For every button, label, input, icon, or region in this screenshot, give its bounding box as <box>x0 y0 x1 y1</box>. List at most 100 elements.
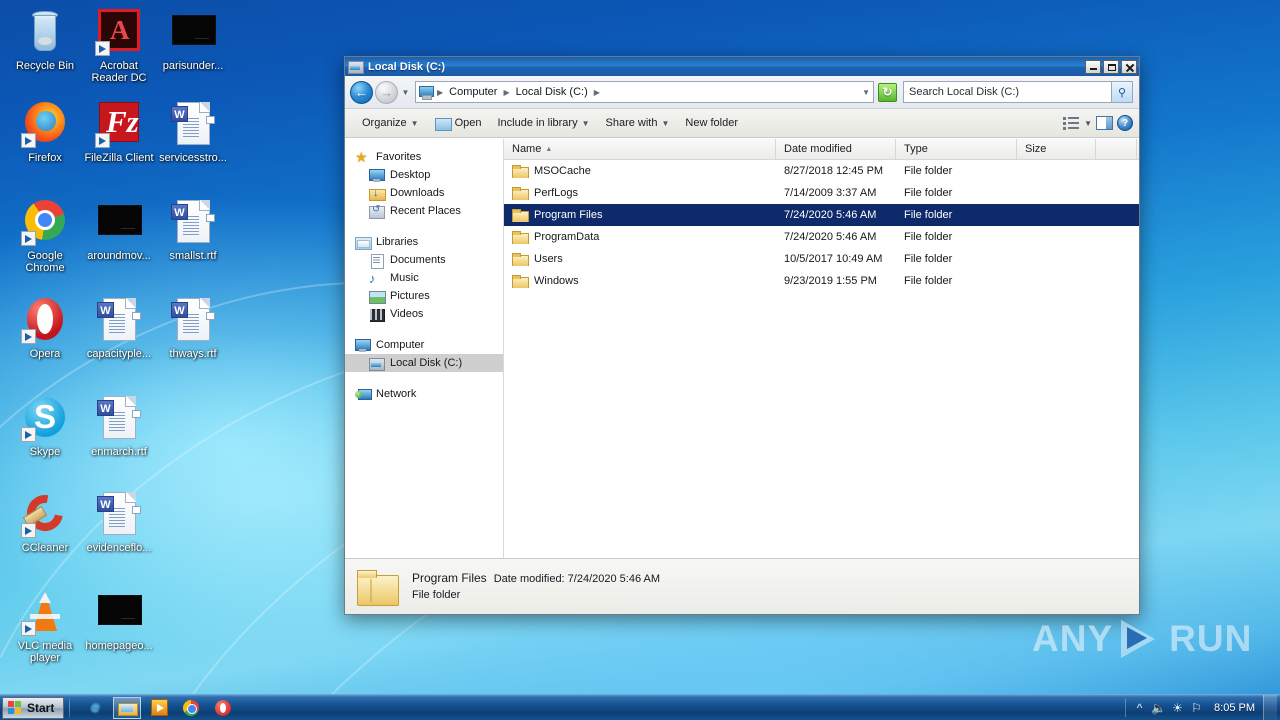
include-in-library-button[interactable]: Include in library ▼ <box>490 112 596 134</box>
column-header-size[interactable]: Size <box>1017 139 1096 159</box>
open-button[interactable]: Open <box>428 112 489 134</box>
desktop-icon-acrobat-reader-dc[interactable]: A Acrobat Reader DC <box>82 8 156 84</box>
shortcut-overlay-icon <box>21 133 36 148</box>
breadcrumb-computer[interactable]: Computer <box>446 85 500 99</box>
organize-button[interactable]: Organize ▼ <box>355 112 426 134</box>
desktop-icon-evidenceflo[interactable]: Wevidenceflo... <box>82 490 156 554</box>
desktop-icon-parisunder[interactable]: parisunder... <box>156 8 230 72</box>
desktop-icon-ccleaner[interactable]: CCleaner <box>8 487 82 554</box>
desktop-icon-smallst-rtf[interactable]: Wsmallst.rtf <box>156 198 230 262</box>
libraries-icon <box>355 235 372 250</box>
cell-date: 7/24/2020 5:46 AM <box>776 209 896 221</box>
help-icon[interactable]: ? <box>1117 115 1133 131</box>
desktop-icon-firefox[interactable]: Firefox <box>8 100 82 164</box>
show-desktop-button[interactable] <box>1263 694 1277 720</box>
volume-icon[interactable]: 🔈 <box>1149 699 1168 717</box>
file-list-pane: Name ▲ Date modified Type Size MSOCache 8/27/… <box>504 139 1139 558</box>
cell-name: MSOCache <box>504 164 776 178</box>
cell-date: 10/5/2017 10:49 AM <box>776 253 896 265</box>
recent-pages-icon[interactable]: ▼ <box>400 88 411 97</box>
desktop-icon-enmarch-rtf[interactable]: Wenmarch.rtf <box>82 394 156 458</box>
folder-icon <box>512 186 529 200</box>
system-tray: ^ 🔈 ☀ ⚐ 8:05 PM <box>1121 694 1280 720</box>
taskbar-button-windows-media-player[interactable] <box>145 697 173 719</box>
breadcrumb-local-disk[interactable]: Local Disk (C:) <box>513 85 591 99</box>
nav-item-documents[interactable]: Documents <box>345 251 503 269</box>
taskbar-button-google-chrome[interactable] <box>177 697 205 719</box>
command-toolbar: Organize ▼ Open Include in library ▼ Sha… <box>345 109 1139 138</box>
maximize-button[interactable] <box>1103 59 1119 74</box>
forward-button[interactable]: → <box>375 80 398 104</box>
show-hidden-icons-icon[interactable]: ^ <box>1130 699 1149 717</box>
desktop-icon-label: Skype <box>29 446 61 458</box>
nav-item-downloads[interactable]: Downloads <box>345 184 503 202</box>
nav-item-favorites[interactable]: ★ Favorites <box>345 148 503 166</box>
desktop-icon-homepageo[interactable]: homepageo... <box>82 588 156 652</box>
desktop-icon-servicesstro[interactable]: Wservicesstro... <box>156 100 230 164</box>
share-with-button[interactable]: Share with ▼ <box>599 112 677 134</box>
desktop-icon-capacityple[interactable]: Wcapacityple... <box>82 296 156 360</box>
desktop-icon-skype[interactable]: S Skype <box>8 394 82 458</box>
cell-type: File folder <box>896 231 1017 243</box>
breadcrumb-bar[interactable]: ▶ Computer ▶ Local Disk (C:) ▶ ▼ <box>415 81 874 103</box>
desktop-icon-filezilla-client[interactable]: Fz FileZilla Client <box>82 100 156 164</box>
nav-item-desktop[interactable]: Desktop <box>345 166 503 184</box>
start-button[interactable]: Start <box>2 696 65 719</box>
preview-pane-icon[interactable] <box>1096 116 1113 130</box>
new-folder-button[interactable]: New folder <box>678 112 745 134</box>
nav-item-videos[interactable]: Videos <box>345 305 503 323</box>
hard-disk-icon <box>369 356 385 371</box>
desktop-icon-google-chrome[interactable]: Google Chrome <box>8 198 82 274</box>
cell-text: File folder <box>904 209 953 221</box>
column-header-date-modified[interactable]: Date modified <box>776 139 896 159</box>
nav-item-recent-places[interactable]: Recent Places <box>345 202 503 220</box>
taskbar-button-internet-explorer[interactable]: e <box>81 697 109 719</box>
details-date-modified: Date modified: 7/24/2020 5:46 AM <box>493 573 661 585</box>
desktop-icon-aroundmov[interactable]: aroundmov... <box>82 198 156 262</box>
desktop-icon-label: smallst.rtf <box>169 250 217 262</box>
refresh-button[interactable]: ↻ <box>878 82 897 102</box>
taskbar-divider <box>69 697 71 718</box>
nav-item-computer[interactable]: Computer <box>345 336 503 354</box>
minimize-button[interactable] <box>1085 59 1101 74</box>
taskbar-button-opera[interactable] <box>209 697 237 719</box>
table-row[interactable]: ProgramData 7/24/2020 5:46 AM File folder <box>504 226 1139 248</box>
table-row[interactable]: Windows 9/23/2019 1:55 PM File folder <box>504 270 1139 292</box>
change-view-icon[interactable] <box>1063 116 1080 131</box>
nav-item-label: Favorites <box>376 151 422 163</box>
window-titlebar[interactable]: Local Disk (C:) <box>345 57 1139 76</box>
nav-item-libraries[interactable]: Libraries <box>345 233 503 251</box>
back-button[interactable]: ← <box>350 80 373 104</box>
desktop-icon-vlc-media-player[interactable]: VLC media player <box>8 588 82 664</box>
view-dropdown-icon[interactable]: ▼ <box>1084 119 1092 128</box>
cell-date: 7/14/2009 3:37 AM <box>776 187 896 199</box>
search-icon[interactable]: ⚲ <box>1111 82 1132 102</box>
action-center-flag-icon[interactable]: ⚐ <box>1187 699 1206 717</box>
column-header-spacer[interactable] <box>1096 139 1137 159</box>
column-header-name[interactable]: Name ▲ <box>504 139 776 159</box>
table-row[interactable]: Users 10/5/2017 10:49 AM File folder <box>504 248 1139 270</box>
open-label: Open <box>454 117 482 129</box>
desktop-icon-label: enmarch.rtf <box>91 446 147 458</box>
nav-item-pictures[interactable]: Pictures <box>345 287 503 305</box>
share-with-label: Share with <box>605 117 658 129</box>
nav-item-network[interactable]: Network <box>345 385 503 403</box>
close-button[interactable] <box>1121 59 1137 74</box>
table-row[interactable]: PerfLogs 7/14/2009 3:37 AM File folder <box>504 182 1139 204</box>
nav-item-local-disk-c[interactable]: Local Disk (C:) <box>345 354 503 372</box>
opera-icon <box>215 699 232 716</box>
nav-item-music[interactable]: ♪ Music <box>345 269 503 287</box>
search-input[interactable]: Search Local Disk (C:) ⚲ <box>903 81 1133 103</box>
column-header-type[interactable]: Type <box>896 139 1017 159</box>
taskbar-button-windows-explorer[interactable] <box>113 696 142 719</box>
desktop-icon <box>369 168 385 183</box>
previous-locations-icon[interactable]: ▼ <box>862 88 870 97</box>
table-row[interactable]: MSOCache 8/27/2018 12:45 PM File folder <box>504 160 1139 182</box>
network-icon[interactable]: ☀ <box>1168 699 1187 717</box>
desktop-icon-label: evidenceflo... <box>86 542 152 554</box>
desktop-icon-recycle-bin[interactable]: Recycle Bin <box>8 8 82 72</box>
desktop-icon-opera[interactable]: Opera <box>8 296 82 360</box>
clock[interactable]: 8:05 PM <box>1206 702 1263 714</box>
desktop-icon-thways-rtf[interactable]: Wthways.rtf <box>156 296 230 360</box>
table-row[interactable]: Program Files 7/24/2020 5:46 AM File folde… <box>504 204 1139 226</box>
